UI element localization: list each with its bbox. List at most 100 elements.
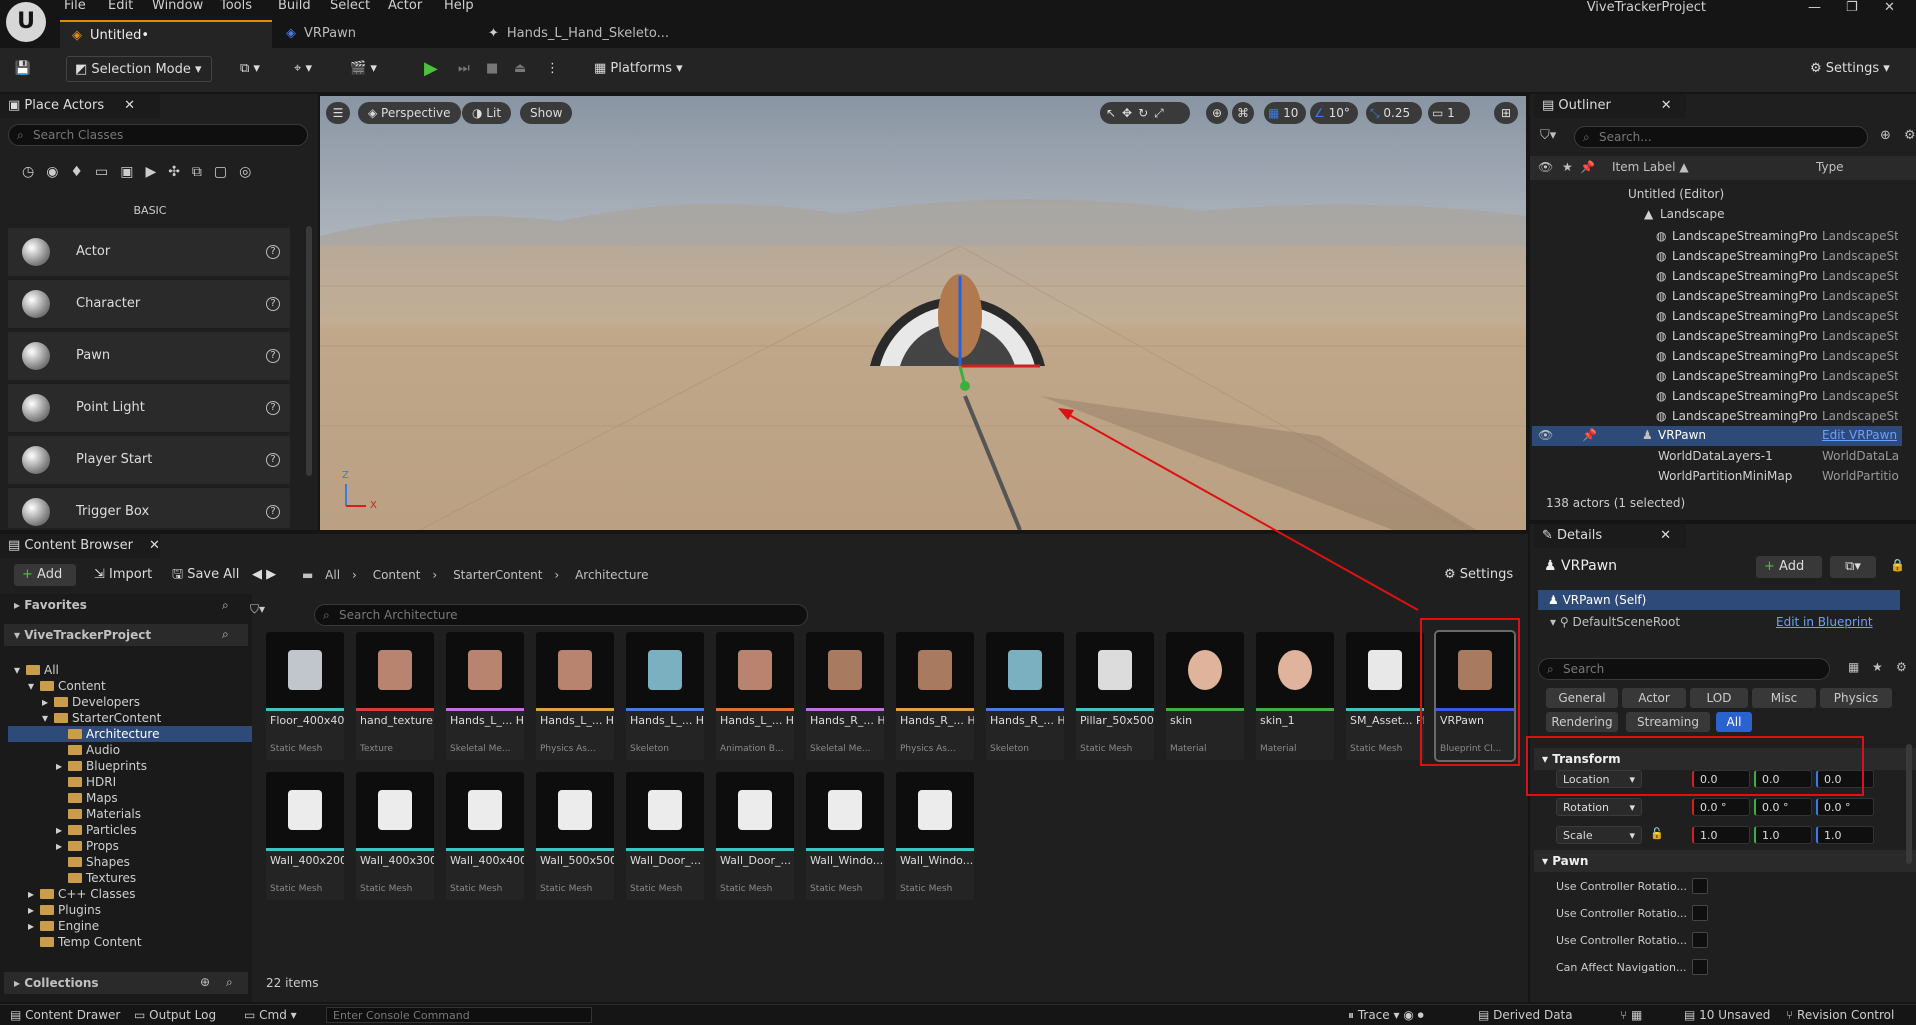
outliner-tab[interactable]: ▤ Outliner ✕ [1534, 94, 1686, 118]
help-icon[interactable]: ? [266, 453, 280, 467]
outliner-row[interactable]: ◍ LandscapeStreamingPro LandscapeSt [1532, 266, 1900, 286]
viewport-menu-icon[interactable]: ☰ [326, 102, 350, 124]
lock-icon[interactable]: 🔒 [1890, 558, 1905, 572]
asset-tile[interactable]: Hands_R_... Hand Skeletal Me... [806, 632, 884, 760]
surface-snap-icon[interactable]: ⌘ [1232, 102, 1254, 124]
transform-scale-y-input[interactable]: 1.0 [1754, 826, 1812, 844]
transform-scale-dropdown[interactable]: Scale ▾ [1556, 826, 1642, 844]
console-input[interactable]: Enter Console Command [326, 1007, 592, 1023]
detail-tab-physics[interactable]: Physics [1820, 688, 1892, 708]
filter-icon[interactable]: ⛉▾ [250, 602, 265, 617]
expand-icon[interactable]: ▾ [42, 710, 54, 726]
actor-item-character[interactable]: Character? [8, 280, 290, 328]
asset-tile[interactable]: Floor_400x400 Static Mesh [266, 632, 344, 760]
outliner-row[interactable]: ◍ LandscapeStreamingPro LandscapeSt [1532, 346, 1900, 366]
transform-location-y-input[interactable]: 0.0 [1754, 770, 1812, 788]
tree-item-c-classes[interactable]: ▸ C++ Classes [8, 886, 252, 902]
asset-tile[interactable]: Wall_400x300 Static Mesh [356, 772, 434, 900]
outliner-row[interactable]: ◍ LandscapeStreamingPro LandscapeSt [1532, 326, 1900, 346]
transform-location-x-input[interactable]: 0.0 [1692, 770, 1750, 788]
lock-icon[interactable]: 🔓 [1650, 827, 1664, 840]
transform-rotation-z-input[interactable]: 0.0 ° [1816, 798, 1874, 816]
transform-rotation-x-input[interactable]: 0.0 ° [1692, 798, 1750, 816]
restore-icon[interactable]: ❐ [1846, 0, 1858, 15]
cinematics-icon[interactable]: 🎬 ▾ [350, 56, 390, 82]
tab-hands-skeleton[interactable]: ✦ Hands_L_Hand_Skeleto... [476, 20, 686, 48]
perspective-button[interactable]: ◈ Perspective [358, 102, 461, 124]
save-all-button[interactable]: 🖫 Save All [172, 564, 246, 586]
tree-item-developers[interactable]: ▸ Developers [8, 694, 252, 710]
star-icon[interactable]: ★ [1562, 160, 1573, 174]
edit-vrpawn-link[interactable]: Edit VRPawn [1822, 428, 1897, 442]
breadcrumb-architecture[interactable]: Architecture [575, 568, 648, 582]
help-icon[interactable]: ? [266, 401, 280, 415]
tab-vrpawn[interactable]: ◈ VRPawn [274, 20, 474, 48]
outliner-search-input[interactable]: ⌕ Search... [1574, 126, 1868, 148]
detail-tab-misc[interactable]: Misc [1752, 688, 1816, 708]
breadcrumb-content[interactable]: Content [373, 568, 421, 582]
eject-icon[interactable]: ⏏ [514, 56, 536, 82]
expand-icon[interactable]: ▸ [56, 838, 68, 854]
detail-tab-streaming[interactable]: Streaming [1626, 712, 1710, 732]
folder-add-icon[interactable]: ⊕ [1880, 128, 1891, 143]
pin-icon[interactable]: 📌 [1580, 160, 1595, 174]
detail-tab-actor[interactable]: Actor [1622, 688, 1686, 708]
camera-speed[interactable]: ▭ 1 [1428, 102, 1470, 124]
outliner-row[interactable]: ◍ LandscapeStreamingPro LandscapeSt [1532, 366, 1900, 386]
settings-dropdown[interactable]: ⚙ Settings ▾ [1810, 56, 1910, 82]
tree-item-plugins[interactable]: ▸ Plugins [8, 902, 252, 918]
help-icon[interactable]: ? [266, 505, 280, 519]
tree-item-hdri[interactable]: HDRI [8, 774, 252, 790]
menu-select[interactable]: Select [330, 0, 370, 14]
detail-tab-general[interactable]: General [1546, 688, 1618, 708]
eye-icon[interactable]: 👁 [1538, 428, 1553, 442]
transform-scale-z-input[interactable]: 1.0 [1816, 826, 1874, 844]
layout-icon[interactable]: ⊞ [1494, 102, 1518, 124]
world-icon[interactable]: ⊕ [1206, 102, 1228, 124]
outliner-row[interactable]: Untitled (Editor) [1532, 184, 1900, 204]
outliner-row[interactable]: ▲ Landscape [1532, 204, 1900, 224]
outliner-row[interactable]: ◍ LandscapeStreamingPro LandscapeSt [1532, 306, 1900, 326]
asset-tile[interactable]: Wall_Door_... 400x300 Static Mesh [626, 772, 704, 900]
show-button[interactable]: Show [520, 102, 573, 124]
asset-tile[interactable]: Hands_L_... Hand_Physi... Physics As... [536, 632, 614, 760]
expand-icon[interactable]: ▸ [28, 918, 40, 934]
search-architecture-input[interactable]: ⌕ Search Architecture [314, 604, 808, 626]
platforms-dropdown[interactable]: ▦ Platforms ▾ [594, 56, 694, 82]
asset-tile[interactable]: Wall_500x500 Static Mesh [536, 772, 614, 900]
menu-edit[interactable]: Edit [108, 0, 133, 14]
expand-icon[interactable]: ▸ [28, 886, 40, 902]
pawn-property-checkbox[interactable] [1692, 878, 1708, 894]
content-browser-tab[interactable]: ▤ Content Browser ✕ [0, 534, 160, 558]
help-icon[interactable]: ? [266, 245, 280, 259]
import-button[interactable]: ⇲ Import [94, 564, 158, 586]
blueprint-menu-icon[interactable]: ⌖ ▾ [294, 56, 330, 82]
column-item-label[interactable]: Item Label ▲ [1612, 160, 1689, 174]
gear-icon[interactable]: ⚙ [1896, 660, 1907, 674]
close-icon[interactable]: ✕ [149, 538, 160, 553]
more-icon[interactable]: ⋮ [546, 56, 559, 82]
category-icons[interactable]: ◷◉♦▭▣▶✣⧉▢◎ [22, 164, 292, 186]
add-collection-icon[interactable]: ⊕ [200, 975, 210, 989]
add-actor-icon[interactable]: ⧉ ▾ [240, 56, 276, 82]
stop-icon[interactable]: ■ [486, 56, 508, 82]
outliner-row[interactable]: ◍ LandscapeStreamingPro LandscapeSt [1532, 226, 1900, 246]
transform-location-dropdown[interactable]: Location ▾ [1556, 770, 1642, 788]
tree-item-all[interactable]: ▾ All [8, 662, 252, 678]
tree-item-engine[interactable]: ▸ Engine [8, 918, 252, 934]
transform-scale-x-input[interactable]: 1.0 [1692, 826, 1750, 844]
menu-file[interactable]: File [64, 0, 86, 14]
unreal-logo-icon[interactable]: U [6, 2, 46, 42]
tree-item-particles[interactable]: ▸ Particles [8, 822, 252, 838]
help-icon[interactable]: ? [266, 349, 280, 363]
outliner-row-selected[interactable]: 👁 📌 ♟ VRPawn Edit VRPawn [1532, 426, 1902, 446]
tree-item-props[interactable]: ▸ Props [8, 838, 252, 854]
outliner-row[interactable]: ◍ LandscapeStreamingPro LandscapeSt [1532, 286, 1900, 306]
asset-tile[interactable]: Hands_L_... Hand_Skele... Animation B... [716, 632, 794, 760]
asset-tile[interactable]: Wall_Windo... 400x400 Static Mesh [896, 772, 974, 900]
outliner-row[interactable]: WorldPartitionMiniMap WorldPartitio [1532, 466, 1900, 486]
details-search-input[interactable]: ⌕ Search [1538, 658, 1830, 680]
step-icon[interactable]: ⏭ [458, 56, 480, 82]
place-actors-tab[interactable]: ▣ Place Actors ✕ [0, 94, 160, 118]
asset-tile[interactable]: Wall_400x400 Static Mesh [446, 772, 524, 900]
